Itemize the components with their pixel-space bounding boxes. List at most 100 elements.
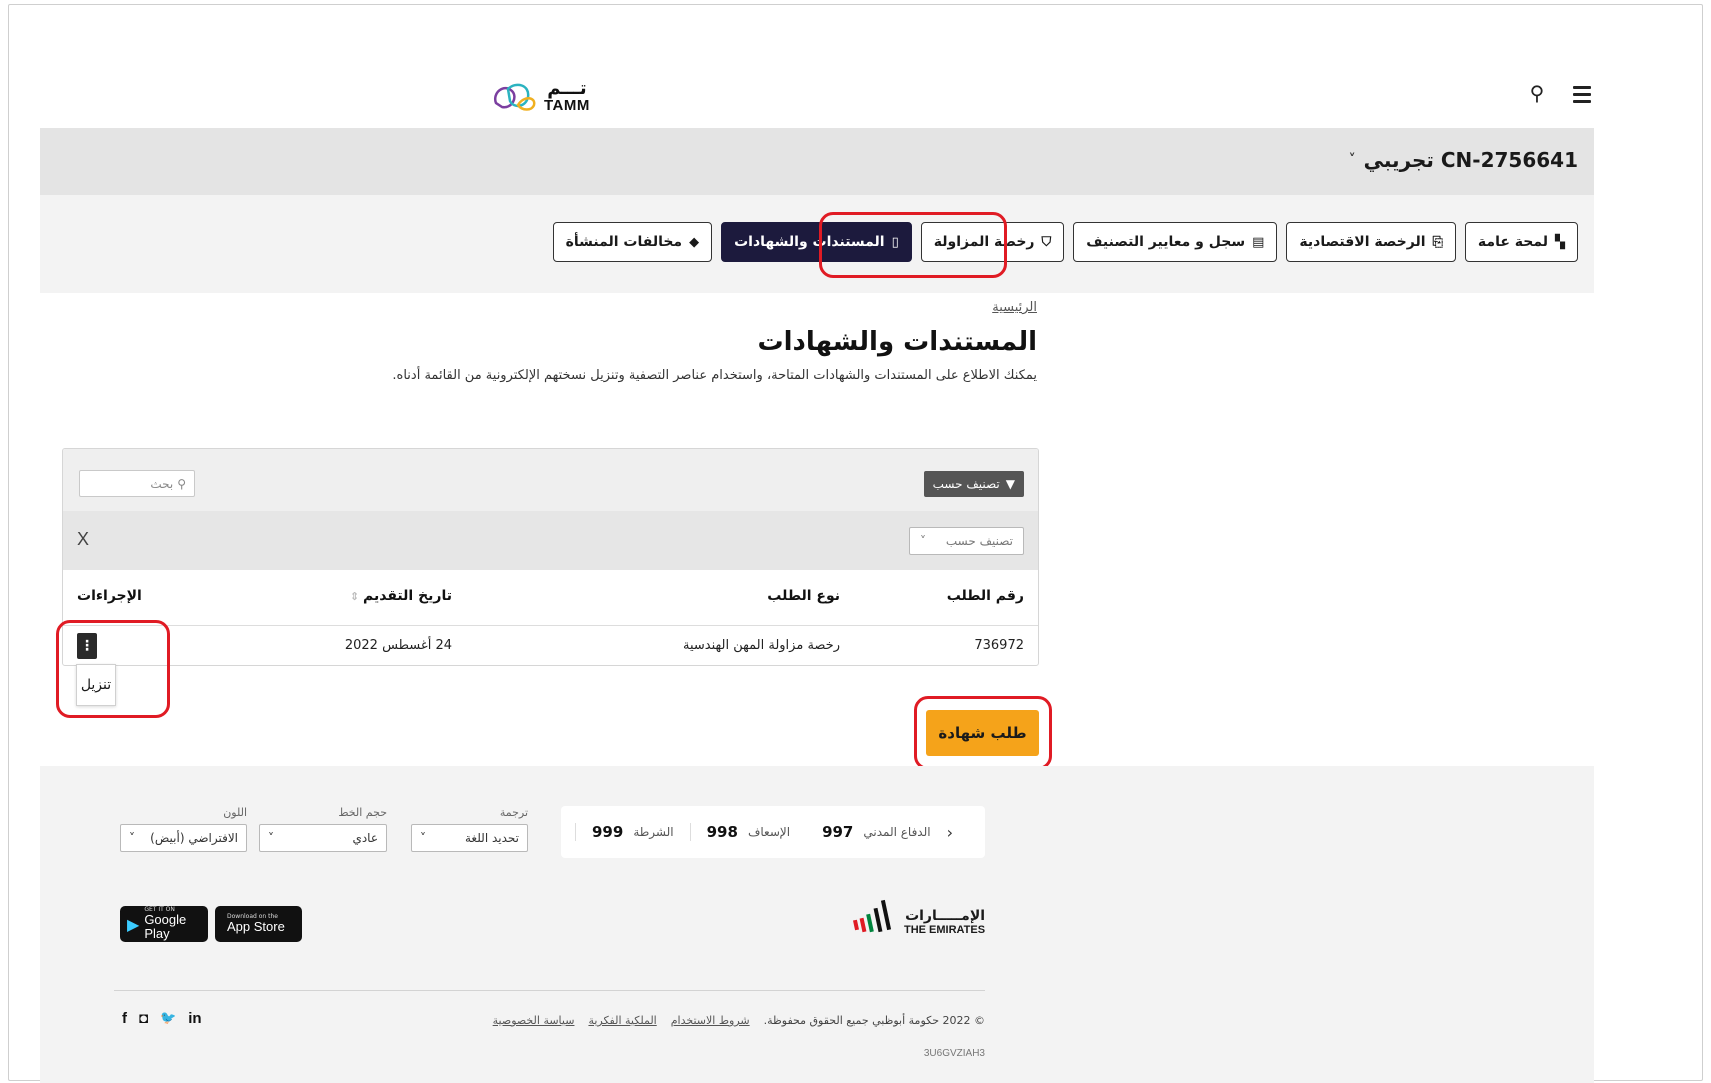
tab-label: سجل و معايير التصنيف (1086, 234, 1246, 250)
color-select[interactable]: الافتراضي (أبيض) ˅ (120, 824, 247, 852)
search-icon[interactable]: ⚲ (1524, 80, 1550, 106)
filter-label: تصنيف حسب (932, 477, 1000, 491)
intellectual-property-link[interactable]: الملكية الفكرية (588, 1014, 656, 1027)
registry-icon: ▤ (1252, 234, 1265, 250)
clear-filter-button[interactable]: X (77, 529, 89, 550)
tab-classification-registry[interactable]: ▤ سجل و معايير التصنيف (1073, 222, 1278, 262)
account-name: CN-2756641 تجريبي (1363, 148, 1578, 172)
translate-label: ترجمة (499, 806, 528, 819)
build-code: 3U6GVZIAH3 (923, 1048, 985, 1059)
emergency-label: الشرطة (633, 825, 674, 839)
sort-icon: ⇕ (349, 590, 360, 603)
tab-economic-license[interactable]: ⎘ الرخصة الاقتصادية (1286, 222, 1456, 262)
page: تـــم TAMM ⚲ CN-2756641 تجريبي ˅ ▚ لمحة … (40, 0, 1594, 1083)
search-icon: ⚲ (177, 476, 186, 491)
emirates-text: الإمـــــارات THE EMIRATES (904, 907, 986, 936)
tab-overview[interactable]: ▚ لمحة عامة (1464, 222, 1578, 262)
google-play-big: Google Play (144, 911, 187, 941)
copyright-text: © 2022 حكومة أبوظبي جميع الحقوق محفوظة. (763, 1014, 985, 1027)
emergency-number: 997 (822, 823, 854, 841)
column-header-actions: الإجراءات (77, 588, 142, 604)
the-emirates-logo: الإمـــــارات THE EMIRATES (852, 896, 985, 936)
emergency-civil-defense[interactable]: الدفاع المدني 997 (806, 823, 947, 841)
instagram-icon[interactable]: ◘ (139, 1010, 148, 1027)
color-value: الافتراضي (أبيض) (150, 831, 238, 845)
color-label: اللون (223, 806, 247, 819)
cell-submission-date: 24 أغسطس 2022 (344, 638, 452, 653)
emergency-label: الدفاع المدني (863, 825, 931, 839)
facebook-icon[interactable]: f (122, 1010, 127, 1027)
emirates-english: THE EMIRATES (904, 923, 986, 936)
breadcrumb-home[interactable]: الرئيسية (992, 300, 1037, 315)
filter-row: تصنيف حسب ˅ X (63, 511, 1038, 570)
highlight-request-button (914, 696, 1052, 770)
emirates-arabic: الإمـــــارات (905, 907, 986, 924)
google-play-icon: ▶ (127, 914, 140, 934)
column-header-submission-date[interactable]: تاريخ التقديم⇕ (350, 588, 452, 604)
funnel-icon: ▼ (1005, 477, 1015, 491)
tab-label: لمحة عامة (1477, 234, 1548, 250)
chevron-down-icon: ˅ (420, 831, 426, 845)
language-value: تحديد اللغة (464, 831, 519, 845)
table-search-input[interactable]: ⚲ بحث (79, 470, 195, 497)
top-header: تـــم TAMM ⚲ (40, 60, 1594, 128)
cell-request-number: 736972 (974, 638, 1024, 653)
logo-arabic-text: تـــم (547, 77, 587, 99)
column-header-label: تاريخ التقديم (363, 588, 452, 604)
chevron-down-icon: ˅ (920, 534, 926, 548)
hamburger-menu-icon[interactable] (1570, 82, 1594, 106)
logo-wordmark: تـــم TAMM (544, 77, 590, 113)
app-store-button[interactable]: Download on the App Store (215, 906, 302, 942)
documents-table: ▼ تصنيف حسب ⚲ بحث تصنيف حسب ˅ X رقم الطل… (62, 448, 1039, 666)
footer-links: سياسة الخصوصية الملكية الفكرية شروط الاس… (493, 1014, 985, 1027)
font-size-value: عادي (352, 831, 378, 845)
table-toolbar: ▼ تصنيف حسب ⚲ بحث (63, 449, 1038, 511)
table-row: 736972 رخصة مزاولة المهن الهندسية 24 أغس… (63, 627, 1038, 665)
chevron-down-icon: ˅ (129, 831, 135, 845)
chevron-down-icon: ˅ (268, 831, 274, 845)
filter-button[interactable]: ▼ تصنيف حسب (923, 471, 1024, 497)
search-placeholder: بحث (150, 476, 174, 491)
font-size-control: حجم الخط عادي ˅ (259, 806, 387, 852)
sort-select-value: تصنيف حسب (945, 534, 1013, 548)
tab-label: مخالفات المنشأة (565, 234, 683, 250)
app-store-big: App Store (227, 918, 285, 934)
google-play-button[interactable]: ▶ GET IT ON Google Play (120, 906, 208, 942)
tabs-bar: ▚ لمحة عامة ⎘ الرخصة الاقتصادية ▤ سجل و … (40, 195, 1594, 293)
language-select[interactable]: تحديد اللغة ˅ (411, 824, 528, 852)
page-title: المستندات والشهادات (757, 327, 1038, 357)
linkedin-icon[interactable]: in (188, 1010, 201, 1027)
font-size-select[interactable]: عادي ˅ (259, 824, 387, 852)
tab-facility-violations[interactable]: ◆ مخالفات المنشأة (552, 222, 713, 262)
column-header-request-number: رقم الطلب (946, 588, 1024, 604)
highlight-download (56, 620, 170, 718)
badge-icon: ⛉ (1041, 234, 1052, 250)
account-selector[interactable]: CN-2756641 تجريبي ˅ (1349, 148, 1578, 172)
emergency-ambulance[interactable]: الإسعاف 998 (689, 823, 806, 841)
chevron-down-icon: ˅ (1348, 152, 1356, 168)
sort-by-select[interactable]: تصنيف حسب ˅ (909, 527, 1024, 555)
terms-of-use-link[interactable]: شروط الاستخدام (671, 1014, 750, 1027)
privacy-policy-link[interactable]: سياسة الخصوصية (493, 1014, 575, 1027)
emergency-number: 998 (706, 823, 738, 841)
grid-icon: ▚ (1555, 234, 1565, 250)
account-bar: CN-2756641 تجريبي ˅ (40, 128, 1594, 195)
page-description: يمكنك الاطلاع على المستندات والشهادات ال… (392, 368, 1037, 383)
footer: الشرطة 999 الإسعاف 998 الدفاع المدني 997… (40, 766, 1594, 1083)
license-icon: ⎘ (1432, 234, 1443, 250)
tamm-logo[interactable]: تـــم TAMM (490, 76, 590, 116)
column-header-request-type: نوع الطلب (767, 588, 840, 604)
emergency-numbers: الشرطة 999 الإسعاف 998 الدفاع المدني 997… (561, 806, 985, 858)
emirates-flag-icon (853, 899, 892, 933)
tamm-logo-icon (490, 79, 538, 113)
cell-request-type: رخصة مزاولة المهن الهندسية (683, 638, 840, 653)
highlight-documents-tab (819, 212, 1007, 278)
diamond-icon: ◆ (689, 234, 700, 250)
font-size-label: حجم الخط (338, 806, 387, 819)
twitter-icon[interactable]: 🐦 (160, 1010, 176, 1027)
emergency-number: 999 (592, 823, 624, 841)
google-play-text: GET IT ON Google Play (144, 906, 201, 942)
table-header: رقم الطلب نوع الطلب تاريخ التقديم⇕ الإجر… (63, 570, 1038, 626)
emergency-police[interactable]: الشرطة 999 (575, 823, 690, 841)
chevron-left-icon[interactable]: ‹ (947, 823, 953, 842)
